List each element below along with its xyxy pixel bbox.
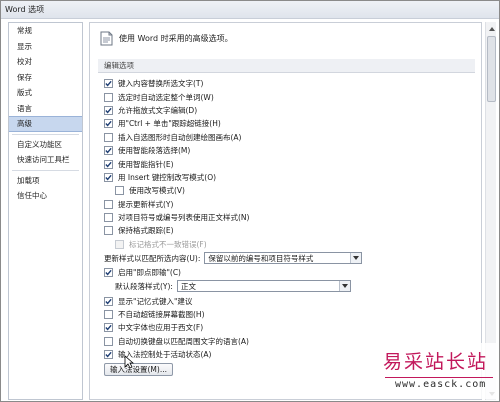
- option-label: 使用改写模式(V): [129, 186, 185, 196]
- option-label: 插入自选图形时自动创建绘图画布(A): [118, 132, 242, 142]
- sidebar-item-proofing[interactable]: 校对: [9, 54, 82, 70]
- panel-header: 使用 Word 时采用的高级选项。: [90, 23, 481, 53]
- checkbox[interactable]: [104, 226, 113, 236]
- option-row[interactable]: 对项目符号或编号列表使用正文样式(N): [90, 211, 481, 224]
- checkbox[interactable]: [104, 310, 113, 320]
- option-label: 不自动超链接屏幕截图(H): [118, 310, 205, 320]
- option-label: 提示更新样式(Y): [118, 199, 174, 209]
- option-row[interactable]: 用 Insert 键控制改写模式(O): [90, 171, 481, 184]
- sidebar-item-general[interactable]: 常规: [9, 23, 82, 39]
- option-label: 显示"记忆式键入"建议: [118, 296, 193, 306]
- window-title: Word 选项: [5, 5, 45, 14]
- default-paragraph-value: 正文: [180, 281, 196, 291]
- sidebar-item-add-ins[interactable]: 加载项: [9, 173, 82, 189]
- mouse-cursor-icon: [124, 355, 134, 369]
- option-label: 启用"即点即输"(C): [118, 268, 181, 278]
- sidebar-item-trust-center[interactable]: 信任中心: [9, 188, 82, 204]
- option-label: 使用智能段落选择(M): [118, 146, 191, 156]
- option-label: 用"Ctrl + 单击"跟踪超链接(H): [118, 119, 221, 129]
- option-label: 中文字体也应用于西文(F): [118, 323, 204, 333]
- option-row[interactable]: 使用改写模式(V): [90, 184, 481, 197]
- option-label: 选定时自动选定整个单词(W): [118, 92, 214, 102]
- panel-header-text: 使用 Word 时采用的高级选项。: [119, 33, 233, 43]
- sidebar-item-quick-access-toolbar[interactable]: 快速访问工具栏: [9, 152, 82, 168]
- option-label: 标记格式不一致错误(F): [129, 239, 207, 249]
- sidebar-item-advanced[interactable]: 高级: [9, 116, 82, 132]
- checkbox[interactable]: [104, 105, 113, 115]
- sidebar-item-save[interactable]: 保存: [9, 70, 82, 86]
- option-label: 使用智能指针(E): [118, 159, 174, 169]
- update-style-select[interactable]: 保留以前的编号和项目符号样式: [204, 252, 363, 265]
- option-row[interactable]: 使用智能指针(E): [90, 157, 481, 170]
- checkbox: [115, 239, 124, 249]
- option-row[interactable]: 允许拖放式文字编辑(D): [90, 104, 481, 117]
- watermark-divider: [385, 377, 493, 378]
- title-bar: Word 选项: [1, 1, 499, 19]
- sidebar-divider: [12, 133, 79, 135]
- checkbox[interactable]: [104, 92, 113, 102]
- option-label: 自动切换键盘以匹配周围文字的语言(A): [118, 336, 249, 346]
- scroll-up-icon[interactable]: [486, 23, 497, 34]
- option-row[interactable]: 使用智能段落选择(M): [90, 144, 481, 157]
- option-row[interactable]: 显示"记忆式键入"建议: [90, 294, 481, 307]
- sidebar: 常规 显示 校对 保存 版式 语言 高级 自定义功能区 快速访问工具栏 加载项 …: [8, 22, 83, 400]
- option-row[interactable]: 提示更新样式(Y): [90, 198, 481, 211]
- document-options-icon: [100, 31, 113, 45]
- option-row[interactable]: 中文字体也应用于西文(F): [90, 321, 481, 334]
- watermark: 易采站长站 www.easck.com: [377, 343, 499, 399]
- checkbox[interactable]: [104, 213, 113, 223]
- update-style-value: 保留以前的编号和项目符号样式: [208, 253, 314, 263]
- checkbox[interactable]: [104, 146, 113, 156]
- option-label: 允许拖放式文字编辑(D): [118, 105, 198, 115]
- option-row: 标记格式不一致错误(F): [90, 238, 481, 251]
- default-paragraph-select[interactable]: 正文: [176, 280, 351, 293]
- section-title-editing: 编辑选项: [98, 59, 475, 73]
- checkbox[interactable]: [104, 159, 113, 169]
- option-label: 对项目符号或编号列表使用正文样式(N): [118, 213, 250, 223]
- scrollbar-thumb[interactable]: [487, 36, 496, 102]
- default-paragraph-row: 默认段落样式(Y): 正文: [90, 279, 481, 293]
- option-row[interactable]: 选定时自动选定整个单词(W): [90, 90, 481, 103]
- checkbox[interactable]: [104, 132, 113, 142]
- editing-options-list: 键入内容替换所选文字(T) 选定时自动选定整个单词(W) 允许拖放式文字编辑(D) 用…: [90, 77, 481, 251]
- checkbox[interactable]: [115, 186, 124, 196]
- update-style-label: 更新样式以匹配所选内容(U):: [104, 253, 201, 263]
- sidebar-item-language[interactable]: 语言: [9, 101, 82, 117]
- default-paragraph-label: 默认段落样式(Y):: [115, 281, 173, 291]
- word-options-window: Word 选项 常规 显示 校对 保存 版式 语言 高级 自定义功能区 快速访问…: [0, 0, 500, 402]
- sidebar-item-display[interactable]: 显示: [9, 39, 82, 55]
- watermark-text: 易采站长站: [383, 351, 489, 373]
- watermark-url: www.easck.com: [395, 379, 487, 390]
- sidebar-item-customize-ribbon[interactable]: 自定义功能区: [9, 137, 82, 153]
- dropdown-arrow-icon: [350, 253, 362, 264]
- option-row[interactable]: 保持格式跟踪(E): [90, 224, 481, 237]
- checkbox[interactable]: [104, 119, 113, 129]
- checkbox[interactable]: [104, 336, 113, 346]
- sidebar-divider: [12, 169, 79, 171]
- option-row[interactable]: 不自动超链接屏幕截图(H): [90, 308, 481, 321]
- checkbox[interactable]: [104, 268, 113, 278]
- option-row[interactable]: 用"Ctrl + 单击"跟踪超链接(H): [90, 117, 481, 130]
- option-row[interactable]: 插入自选图形时自动创建绘图画布(A): [90, 131, 481, 144]
- checkbox[interactable]: [104, 199, 113, 209]
- option-row[interactable]: 键入内容替换所选文字(T): [90, 77, 481, 90]
- dropdown-arrow-icon: [338, 281, 350, 292]
- sidebar-item-typography[interactable]: 版式: [9, 85, 82, 101]
- checkbox[interactable]: [104, 79, 113, 89]
- checkbox[interactable]: [104, 172, 113, 182]
- checkbox[interactable]: [104, 296, 113, 306]
- update-style-row: 更新样式以匹配所选内容(U): 保留以前的编号和项目符号样式: [90, 251, 481, 265]
- option-label: 保持格式跟踪(E): [118, 226, 174, 236]
- option-click-and-type[interactable]: 启用"即点即输"(C): [90, 266, 481, 279]
- ime-settings-button[interactable]: 输入法设置(M)...: [104, 363, 173, 377]
- option-label: 用 Insert 键控制改写模式(O): [118, 172, 217, 182]
- checkbox[interactable]: [104, 323, 113, 333]
- checkbox[interactable]: [104, 350, 113, 360]
- option-label: 键入内容替换所选文字(T): [118, 79, 204, 89]
